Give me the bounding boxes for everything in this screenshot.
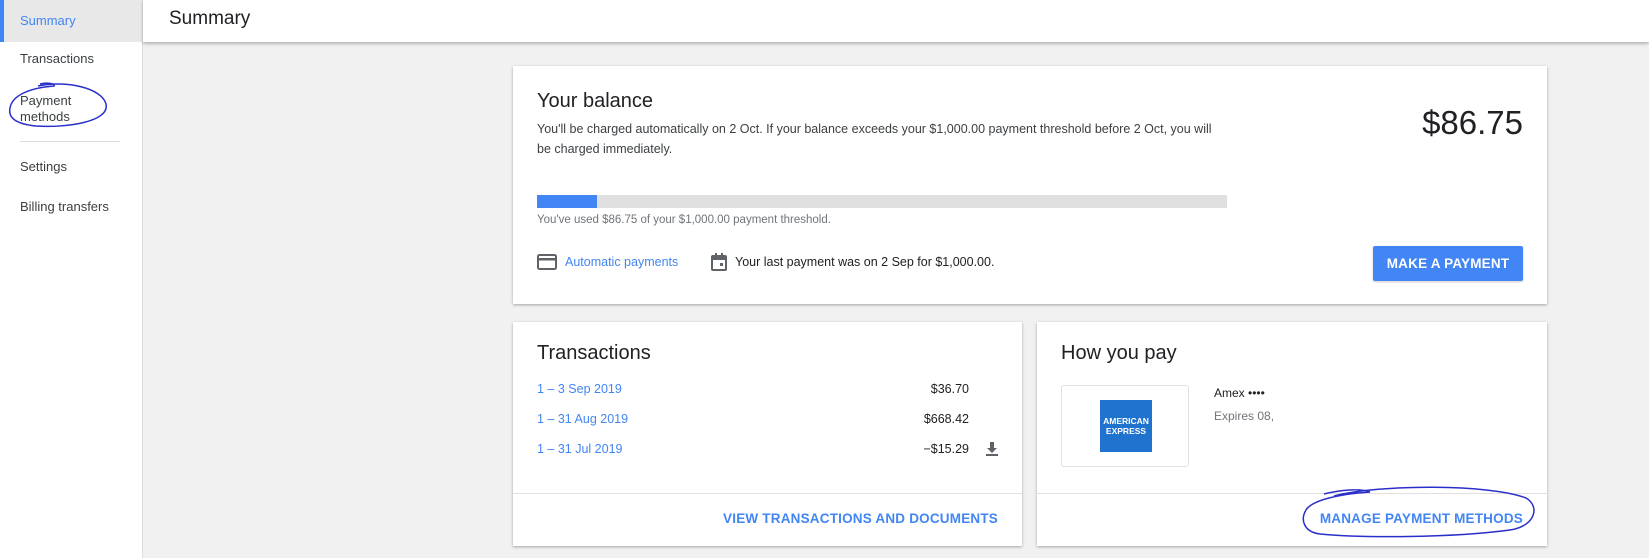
transactions-card: Transactions 1 – 3 Sep 2019 $36.70 1 – 3… [513, 322, 1022, 546]
transaction-period-link[interactable]: 1 – 31 Aug 2019 [537, 412, 628, 426]
transaction-amount: −$15.29 [923, 442, 969, 456]
make-payment-button[interactable]: MAKE A PAYMENT [1373, 246, 1523, 281]
amex-logo-text-line: AMERICAN [1103, 416, 1149, 426]
page-header: Summary [143, 0, 1649, 42]
balance-amount: $86.75 [1422, 104, 1523, 141]
sidebar: Summary Transactions Payment methods Set… [0, 0, 143, 558]
sidebar-item-billing-transfers[interactable]: Billing transfers [0, 199, 142, 214]
last-payment-info: Your last payment was on 2 Sep for $1,00… [711, 251, 994, 273]
sidebar-divider [20, 141, 120, 142]
transaction-amount: $668.42 [923, 412, 969, 426]
how-you-pay-title: How you pay [1061, 342, 1177, 364]
sidebar-item-payment-methods[interactable]: Payment methods [0, 93, 90, 125]
progress-caption: You've used $86.75 of your $1,000.00 pay… [537, 214, 831, 226]
how-you-pay-card: How you pay AMERICAN EXPRESS Amex •••• E… [1037, 322, 1547, 546]
automatic-payments[interactable]: Automatic payments [537, 251, 678, 273]
balance-card: Your balance You'll be charged automatic… [513, 66, 1547, 304]
view-transactions-link[interactable]: VIEW TRANSACTIONS AND DOCUMENTS [723, 511, 998, 526]
balance-title: Your balance [537, 90, 654, 112]
credit-card-icon [537, 254, 557, 270]
payment-card-name: Amex •••• [1214, 386, 1265, 400]
automatic-payments-link[interactable]: Automatic payments [565, 255, 678, 269]
page-title: Summary [169, 8, 251, 29]
card-divider [513, 493, 1022, 494]
calendar-icon [711, 253, 727, 271]
manage-payment-methods-link[interactable]: MANAGE PAYMENT METHODS [1320, 511, 1523, 526]
transaction-row: 1 – 31 Aug 2019 $668.42 [537, 409, 999, 431]
download-icon[interactable] [985, 441, 999, 457]
payment-card-expiry: Expires 08, [1214, 409, 1275, 423]
transaction-period-link[interactable]: 1 – 31 Jul 2019 [537, 442, 623, 456]
sidebar-item-settings[interactable]: Settings [0, 159, 142, 174]
transaction-row: 1 – 31 Jul 2019 −$15.29 [537, 439, 999, 461]
balance-description: You'll be charged automatically on 2 Oct… [537, 122, 1212, 156]
amex-logo: AMERICAN EXPRESS [1100, 400, 1152, 452]
threshold-progress-bar [537, 195, 1227, 208]
transactions-title: Transactions [537, 342, 651, 364]
card-divider [1037, 493, 1547, 494]
amex-logo-text-line: EXPRESS [1105, 426, 1147, 436]
transaction-row: 1 – 3 Sep 2019 $36.70 [537, 379, 999, 401]
threshold-progress-fill [537, 195, 597, 208]
sidebar-item-transactions[interactable]: Transactions [0, 51, 142, 66]
sidebar-item-summary[interactable]: Summary [0, 0, 142, 42]
last-payment-text: Your last payment was on 2 Sep for $1,00… [735, 255, 995, 269]
payment-card-logo: AMERICAN EXPRESS [1061, 385, 1189, 467]
transaction-period-link[interactable]: 1 – 3 Sep 2019 [537, 382, 622, 396]
transaction-amount: $36.70 [930, 382, 969, 396]
